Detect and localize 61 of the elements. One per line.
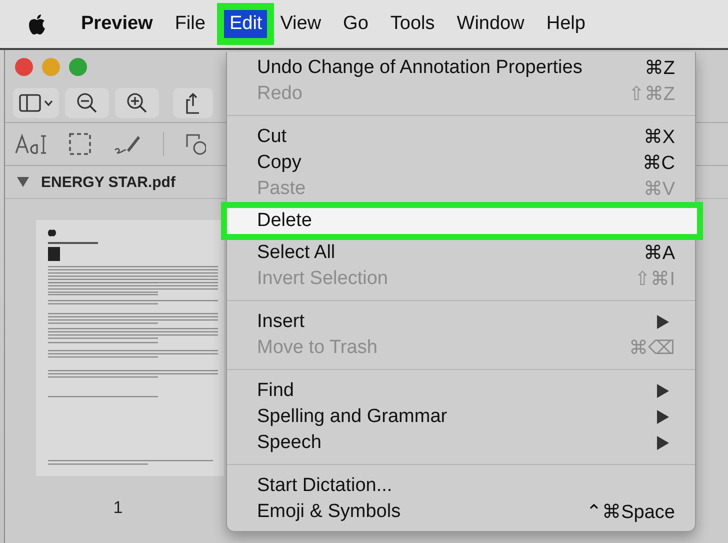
keyboard-shortcut: ⇧⌘Z (628, 83, 675, 106)
menu-item-label: Copy (257, 152, 302, 174)
keyboard-shortcut: ⌘X (643, 126, 675, 149)
close-button[interactable] (15, 58, 33, 76)
zoom-out-button[interactable] (65, 88, 109, 118)
app-menu[interactable]: Preview (76, 10, 158, 38)
menu-item[interactable]: Undo Change of Annotation Properties ⌘Z (227, 55, 695, 81)
menu-item-label: Spelling and Grammar (257, 406, 448, 428)
page-thumbnail[interactable] (36, 220, 224, 476)
menu-item[interactable]: Speech (227, 430, 695, 456)
menu-title[interactable]: Help (541, 10, 590, 38)
menu-item-label: Invert Selection (257, 268, 389, 290)
share-button[interactable] (173, 88, 213, 118)
menu-item[interactable]: Spelling and Grammar (227, 404, 695, 430)
menu-item-label: Redo (257, 83, 304, 105)
menu-item-label: Delete (257, 210, 313, 232)
menu-item-label: Emoji & Symbols (257, 501, 402, 523)
menu-item-label: Start Dictation... (257, 475, 394, 497)
menu-item[interactable]: Select All ⌘A (227, 240, 695, 266)
sidebar-toggle-button[interactable] (13, 88, 59, 118)
apple-logo-icon[interactable] (28, 14, 46, 34)
menu-item[interactable]: Find (227, 378, 695, 404)
zoom-out-icon (76, 92, 98, 114)
menu-item-label: Cut (257, 126, 288, 148)
page-number: 1 (113, 498, 123, 518)
menu-title[interactable]: View (275, 10, 326, 38)
menu-title[interactable]: Edit (224, 10, 268, 38)
menu-title[interactable]: Go (338, 10, 374, 38)
zoom-in-icon (126, 92, 148, 114)
menu-title[interactable]: File (170, 10, 210, 38)
menu-item-label: Paste (257, 178, 307, 200)
keyboard-shortcut: ⌃⌘Space (586, 501, 675, 524)
menu-item[interactable]: Copy ⌘C (227, 150, 695, 176)
disclosure-triangle-icon[interactable] (17, 177, 29, 187)
menu-item[interactable]: Cut ⌘X (227, 124, 695, 150)
menu-item[interactable]: Insert (227, 309, 695, 335)
share-icon (186, 92, 200, 114)
text-style-icon[interactable] (15, 133, 47, 155)
keyboard-shortcut: ⌘C (642, 152, 675, 175)
rectangle-selection-icon[interactable] (69, 133, 91, 155)
keyboard-shortcut: ⇧⌘I (634, 268, 675, 291)
keyboard-shortcut: ⌘⌫ (629, 337, 675, 360)
file-name: ENERGY STAR.pdf (41, 174, 176, 190)
keyboard-shortcut: ⌘Z (644, 57, 675, 80)
menu-item-label: Speech (257, 432, 322, 454)
menu-title[interactable]: Tools (385, 10, 440, 38)
menu-item-label: Insert (257, 311, 306, 333)
keyboard-shortcut: ⌘A (643, 242, 675, 265)
keyboard-shortcut: ⌘V (643, 178, 675, 201)
menu-item-label: Move to Trash (257, 337, 378, 359)
menu-item[interactable]: Delete (227, 208, 697, 234)
menu-title[interactable]: Window (452, 10, 530, 38)
sidebar-icon (19, 94, 53, 112)
pen-icon[interactable] (113, 133, 141, 155)
zoom-in-button[interactable] (115, 88, 159, 118)
menu-item-label: Undo Change of Annotation Properties (257, 57, 584, 79)
menu-item[interactable]: Emoji & Symbols ⌃⌘Space (227, 499, 695, 525)
menu-item-label: Find (257, 380, 295, 402)
menu-item-label: Select All (257, 242, 336, 264)
menu-item[interactable]: Start Dictation... (227, 473, 695, 499)
shapes-icon[interactable] (186, 133, 206, 155)
